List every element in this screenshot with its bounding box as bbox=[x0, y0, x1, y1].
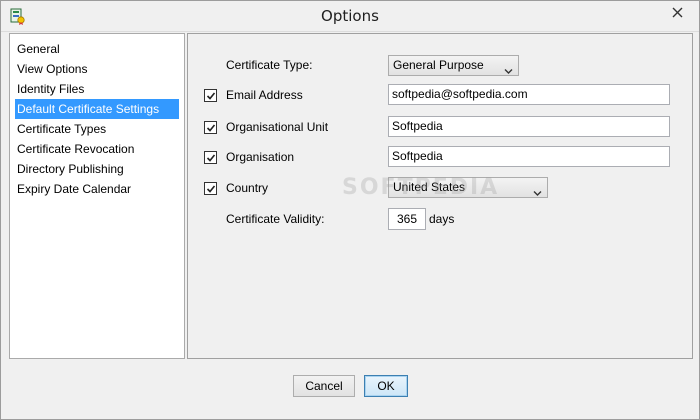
nav-item-certificate-types[interactable]: Certificate Types bbox=[15, 119, 179, 139]
certificate-type-label: Certificate Type: bbox=[226, 58, 313, 72]
organisational-unit-checkbox[interactable] bbox=[204, 121, 217, 134]
certificate-validity-field[interactable]: 365 bbox=[388, 208, 426, 230]
chevron-down-icon bbox=[533, 184, 542, 196]
country-checkbox[interactable] bbox=[204, 182, 217, 195]
checkmark-icon bbox=[206, 153, 215, 162]
country-label: Country bbox=[226, 181, 269, 195]
nav-item-general[interactable]: General bbox=[15, 39, 179, 59]
email-address-label: Email Address bbox=[226, 88, 303, 102]
softpedia-watermark: SOFTPEDIA bbox=[342, 175, 500, 200]
organisation-checkbox[interactable] bbox=[204, 151, 217, 164]
nav-item-expiry-date-calendar[interactable]: Expiry Date Calendar bbox=[15, 179, 179, 199]
chevron-down-icon bbox=[504, 62, 513, 74]
checkmark-icon bbox=[206, 184, 215, 193]
checkmark-icon bbox=[206, 123, 215, 132]
nav-item-view-options[interactable]: View Options bbox=[15, 59, 179, 79]
checkmark-icon bbox=[206, 91, 215, 100]
organisation-label: Organisation bbox=[226, 150, 295, 164]
certificate-type-dropdown[interactable]: General Purpose bbox=[388, 55, 519, 76]
cancel-button[interactable]: Cancel bbox=[293, 375, 355, 397]
options-nav-list: General View Options Identity Files Defa… bbox=[9, 33, 185, 359]
organisational-unit-field[interactable]: Softpedia bbox=[388, 116, 670, 137]
certificate-validity-unit: days bbox=[429, 212, 455, 226]
options-window: Options General View Options Identity Fi… bbox=[0, 0, 700, 420]
close-icon[interactable] bbox=[661, 2, 693, 22]
window-title: Options bbox=[321, 7, 379, 25]
organisational-unit-label: Organisational Unit bbox=[226, 120, 329, 134]
nav-item-directory-publishing[interactable]: Directory Publishing bbox=[15, 159, 179, 179]
certificate-validity-label: Certificate Validity: bbox=[226, 212, 325, 226]
title-bar: Options bbox=[1, 1, 699, 32]
ok-button[interactable]: OK bbox=[364, 375, 408, 397]
email-address-field[interactable]: softpedia@softpedia.com bbox=[388, 84, 670, 105]
email-address-checkbox[interactable] bbox=[204, 89, 217, 102]
organisation-field[interactable]: Softpedia bbox=[388, 146, 670, 167]
nav-item-identity-files[interactable]: Identity Files bbox=[15, 79, 179, 99]
nav-item-default-certificate-settings[interactable]: Default Certificate Settings bbox=[15, 99, 179, 119]
certificate-type-value: General Purpose bbox=[393, 58, 484, 72]
nav-item-certificate-revocation[interactable]: Certificate Revocation bbox=[15, 139, 179, 159]
